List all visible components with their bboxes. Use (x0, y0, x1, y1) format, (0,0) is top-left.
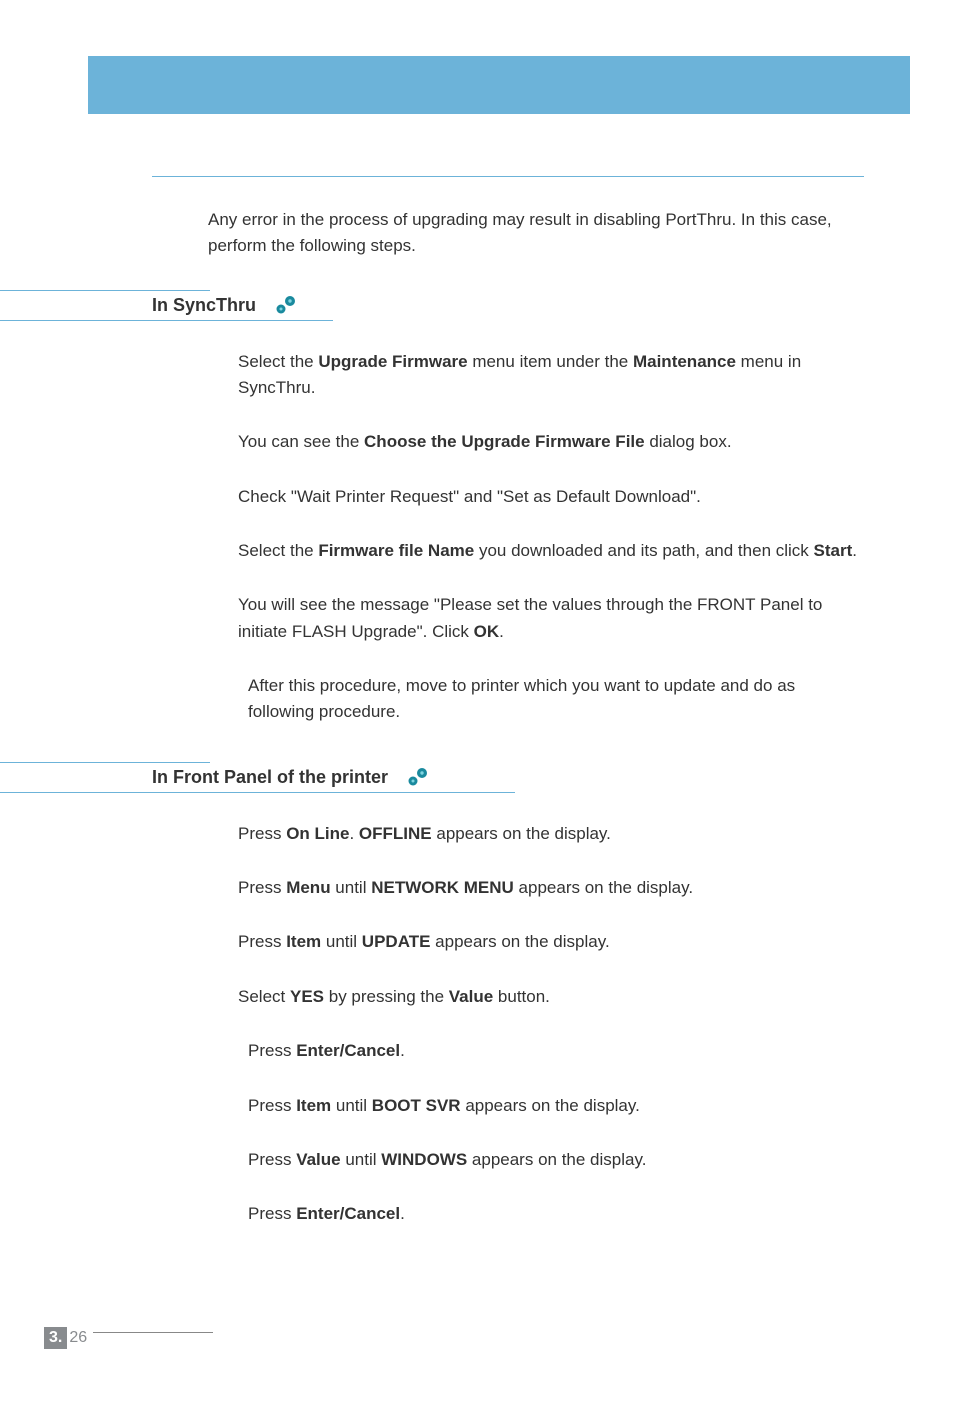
page-content: Any error in the process of upgrading ma… (0, 114, 954, 1228)
intro-paragraph: Any error in the process of upgrading ma… (208, 207, 864, 260)
page-number: 3.26 (44, 1327, 213, 1349)
step: Press Item until BOOT SVR appears on the… (238, 1093, 864, 1119)
link-icon[interactable] (406, 767, 428, 787)
syncthru-steps: Select the Upgrade Firmware menu item un… (208, 349, 864, 645)
section-heading-syncthru: In SyncThru (0, 290, 864, 321)
step: Check "Wait Printer Request" and "Set as… (238, 484, 864, 510)
step: Select the Upgrade Firmware menu item un… (238, 349, 864, 402)
link-icon[interactable] (274, 295, 296, 315)
divider (152, 176, 864, 177)
step: Press Item until UPDATE appears on the d… (238, 929, 864, 955)
step: Press On Line. OFFLINE appears on the di… (238, 821, 864, 847)
step: Select the Firmware file Name you downlo… (238, 538, 864, 564)
chapter-number: 3. (44, 1327, 67, 1349)
page-sub-number: 26 (69, 1329, 87, 1347)
step: Press Menu until NETWORK MENU appears on… (238, 875, 864, 901)
frontpanel-steps: Press On Line. OFFLINE appears on the di… (208, 821, 864, 1228)
step: Press Enter/Cancel. (238, 1201, 864, 1227)
step: You can see the Choose the Upgrade Firmw… (238, 429, 864, 455)
section-heading-frontpanel: In Front Panel of the printer (0, 762, 864, 793)
heading-text: In SyncThru (152, 295, 256, 316)
page-number-line (93, 1332, 213, 1333)
heading-text: In Front Panel of the printer (152, 767, 388, 788)
note-text: After this procedure, move to printer wh… (208, 673, 864, 726)
step: Press Enter/Cancel. (238, 1038, 864, 1064)
step: You will see the message "Please set the… (238, 592, 864, 645)
step: Select YES by pressing the Value button. (238, 984, 864, 1010)
header-bar (88, 56, 910, 114)
step: Press Value until WINDOWS appears on the… (238, 1147, 864, 1173)
